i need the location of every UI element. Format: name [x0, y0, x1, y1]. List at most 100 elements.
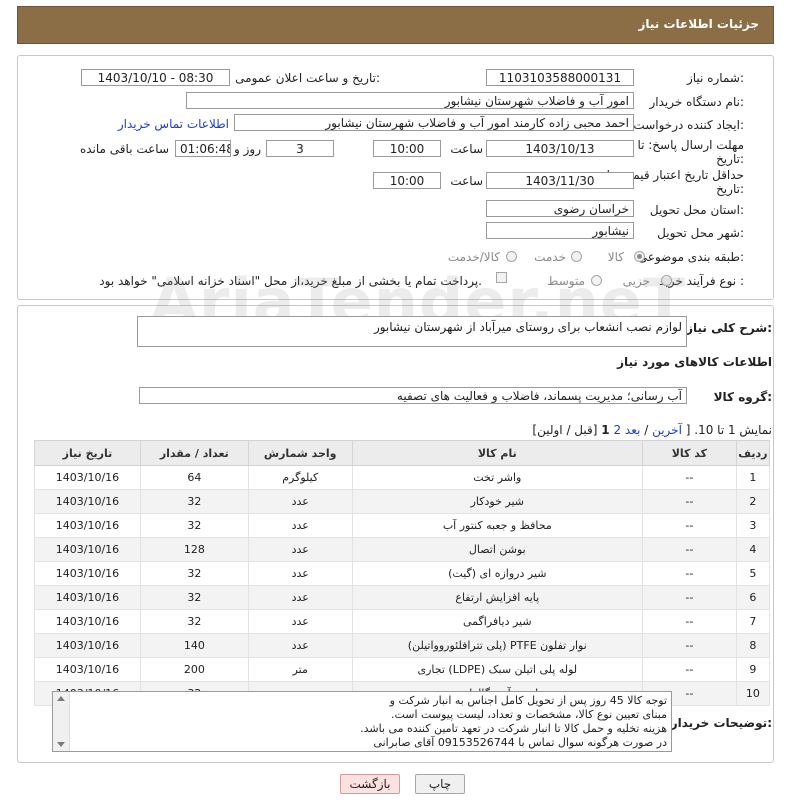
- city-label: شهر محل تحویل:: [657, 226, 744, 240]
- need-number-label: شماره نیاز:: [686, 71, 744, 85]
- city-field[interactable]: نیشابور: [486, 222, 634, 239]
- buyer-contact-link[interactable]: اطلاعات تماس خریدار: [118, 117, 229, 131]
- page-header: جزئیات اطلاعات نیاز: [17, 6, 774, 44]
- back-button[interactable]: بازگشت: [340, 774, 400, 794]
- need-number-field[interactable]: 1103103588000131: [486, 69, 634, 86]
- category-label: طبقه بندی موضوعی:: [637, 250, 744, 264]
- category-radio-goods-service[interactable]: [506, 251, 517, 262]
- category-option-goods: کالا: [607, 250, 624, 264]
- cell-row: 5: [735, 561, 771, 586]
- cell-row: 3: [735, 513, 771, 538]
- cell-qty: 32: [139, 585, 249, 610]
- deadline-time-field[interactable]: 10:00: [373, 140, 441, 157]
- cell-name: محافظ و جعبه کنتور آب: [351, 513, 643, 538]
- cell-name: واشر تخت: [351, 465, 643, 490]
- table-row: 8 -- نوار تفلون PTFE (پلی تترافلئوروواتیلن…: [34, 633, 771, 658]
- goods-table-header: ردیف کد کالا نام کالا واحد شمارش تعداد /…: [34, 440, 771, 466]
- cell-unit: عدد: [247, 585, 353, 610]
- col-date: تاریخ نیاز: [34, 440, 141, 466]
- province-label: استان محل تحویل:: [649, 203, 744, 217]
- cell-qty: 64: [139, 465, 249, 490]
- cell-row: 4: [735, 537, 771, 562]
- notes-line: در صورت هرگونه سوال تماس با 09153526744 …: [373, 736, 667, 749]
- scroll-down-icon[interactable]: [57, 742, 65, 747]
- price-validity-time-field[interactable]: 10:00: [373, 172, 441, 189]
- cell-code: --: [641, 657, 737, 682]
- summary-label: شرح کلی نیاز:: [686, 321, 772, 335]
- requester-field[interactable]: احمد محبی زاده کارمند امور آب و فاضلاب ش…: [234, 114, 634, 131]
- price-validity-time-label: ساعت: [450, 174, 483, 188]
- table-row: 1 -- واشر تخت کیلوگرم 64 1403/10/16: [34, 465, 771, 490]
- days-remaining-field[interactable]: 3: [266, 140, 334, 157]
- cell-qty: 32: [139, 513, 249, 538]
- notes-scrollbar[interactable]: [53, 692, 70, 751]
- goods-section-title: اطلاعات کالاهای مورد نیاز: [617, 355, 772, 369]
- cell-name: شیر دیافراگمی: [351, 609, 643, 634]
- notes-line: هزینه تخلیه و حمل کالا تا انبار شرکت در …: [360, 722, 667, 735]
- cell-name: لوله پلی اتیلن سبک (LDPE) تجاری: [351, 657, 643, 682]
- cell-row: 2: [735, 489, 771, 514]
- deadline-time-label: ساعت: [450, 142, 483, 156]
- cell-name: پایه افزایش ارتفاع: [351, 585, 643, 610]
- summary-field[interactable]: لوازم نصب انشعاب برای روستای میرآباد از …: [137, 316, 687, 347]
- table-row: 2 -- شیر خودکار عدد 32 1403/10/16: [34, 489, 771, 514]
- cell-row: 9: [735, 657, 771, 682]
- deadline-date-field[interactable]: 1403/10/13: [486, 140, 634, 157]
- goods-group-label: گروه کالا:: [713, 390, 772, 404]
- cell-date: 1403/10/16: [34, 537, 141, 562]
- cell-code: --: [641, 585, 737, 610]
- pagination-page-1: 1: [601, 423, 610, 437]
- days-label: روز و: [234, 142, 261, 156]
- deadline-date-label: تاریخ:: [716, 152, 744, 166]
- col-unit: واحد شمارش: [247, 440, 353, 466]
- notes-line: مبنای تعیین نوع کالا، مشخصات و تعداد، لی…: [390, 708, 667, 721]
- buyer-notes-textarea[interactable]: توجه کالا 45 روز پس از تحویل کامل اجناس …: [52, 691, 672, 752]
- time-remaining-label: ساعت باقی مانده: [79, 142, 169, 156]
- col-qty: تعداد / مقدار: [139, 440, 249, 466]
- cell-date: 1403/10/16: [34, 465, 141, 490]
- buyer-notes-text: توجه کالا 45 روز پس از تحویل کامل اجناس …: [71, 694, 667, 750]
- cell-unit: عدد: [247, 513, 353, 538]
- pagination-show: نمایش 1 تا 10. [: [685, 423, 772, 437]
- time-remaining-field[interactable]: 01:06:48: [175, 140, 231, 157]
- cell-date: 1403/10/16: [34, 633, 141, 658]
- price-validity-date-field[interactable]: 1403/11/30: [486, 172, 634, 189]
- cell-date: 1403/10/16: [34, 561, 141, 586]
- pagination-sep-1: /: [644, 423, 649, 437]
- cell-qty: 32: [139, 561, 249, 586]
- cell-unit: عدد: [247, 609, 353, 634]
- cell-date: 1403/10/16: [34, 513, 141, 538]
- cell-unit: متر: [247, 657, 353, 682]
- pagination-last-link[interactable]: آخرین: [652, 423, 682, 437]
- buyer-org-field[interactable]: امور آب و فاضلاب شهرستان نیشابور: [186, 92, 634, 109]
- pagination: نمایش 1 تا 10. [ آخرین / بعد 2 1 [قبل / …: [532, 423, 772, 437]
- scroll-up-icon[interactable]: [57, 696, 65, 701]
- table-row: 5 -- شیر دروازه ای (گیت) عدد 32 1403/10/16: [34, 561, 771, 586]
- cell-unit: عدد: [247, 489, 353, 514]
- cell-qty: 140: [139, 633, 249, 658]
- cell-qty: 32: [139, 609, 249, 634]
- province-field[interactable]: خراسان رضوی: [486, 200, 634, 217]
- table-row: 9 -- لوله پلی اتیلن سبک (LDPE) تجاری متر 200…: [34, 657, 771, 682]
- cell-name: بوشن اتصال: [351, 537, 643, 562]
- pagination-next-link[interactable]: بعد: [625, 423, 640, 437]
- cell-row: 6: [735, 585, 771, 610]
- goods-group-field[interactable]: آب رسانی؛ مدیریت پسماند، فاضلاب و فعالیت…: [139, 387, 687, 404]
- cell-code: --: [641, 489, 737, 514]
- cell-name: نوار تفلون PTFE (پلی تترافلئوروواتیلن): [351, 633, 643, 658]
- cell-date: 1403/10/16: [34, 585, 141, 610]
- print-button[interactable]: چاپ: [415, 774, 465, 794]
- table-row: 6 -- پایه افزایش ارتفاع عدد 32 1403/10/16: [34, 585, 771, 610]
- cell-name: شیر دروازه ای (گیت): [351, 561, 643, 586]
- cell-name: شیر خودکار: [351, 489, 643, 514]
- cell-qty: 32: [139, 489, 249, 514]
- cell-code: --: [641, 609, 737, 634]
- pagination-page-2[interactable]: 2: [613, 423, 621, 437]
- announce-field[interactable]: 1403/10/10 - 08:30: [81, 69, 230, 86]
- cell-code: --: [641, 537, 737, 562]
- cell-unit: عدد: [247, 537, 353, 562]
- buyer-org-label: نام دستگاه خریدار:: [649, 95, 745, 109]
- category-radio-service[interactable]: [571, 251, 582, 262]
- category-option-service: خدمت: [534, 250, 566, 264]
- category-radio-goods[interactable]: [634, 251, 645, 262]
